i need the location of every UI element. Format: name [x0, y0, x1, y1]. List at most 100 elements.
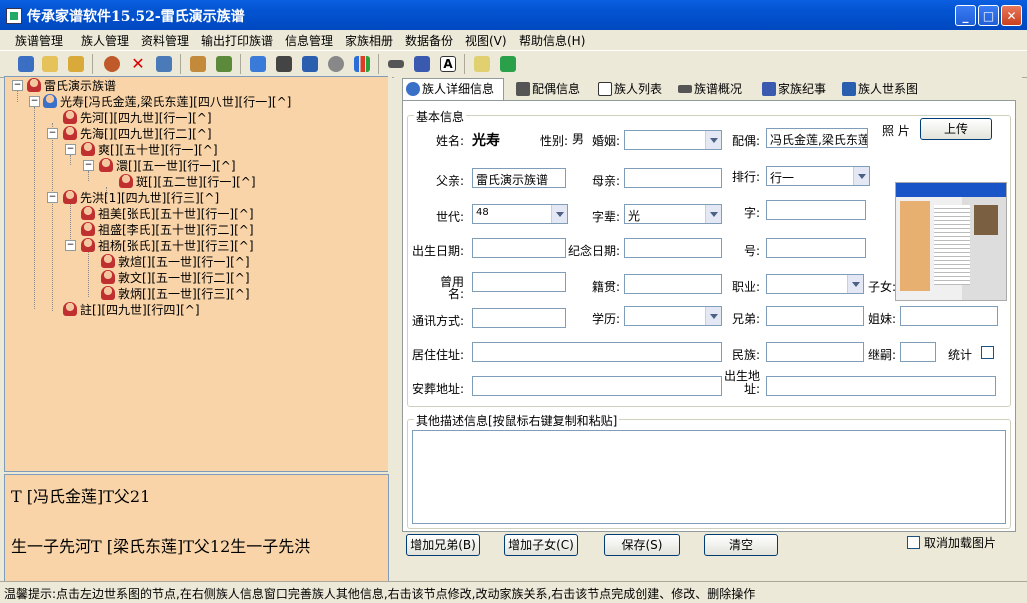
tree-node[interactable]: 先海[][四九世][行二][^] — [63, 125, 212, 141]
tab-member-list[interactable]: 族人列表 — [598, 80, 662, 100]
folder-icon[interactable] — [66, 54, 86, 74]
copy-icon[interactable] — [248, 54, 268, 74]
book-icon[interactable] — [40, 54, 60, 74]
maximize-button[interactable]: □ — [978, 5, 999, 26]
tree-expander[interactable]: − — [65, 240, 76, 251]
menu-view[interactable]: 视图(V) — [465, 32, 507, 49]
tree-node[interactable]: 斑[][五二世][行一][^] — [119, 173, 256, 189]
bar-chart-icon[interactable] — [352, 54, 372, 74]
contact-field[interactable] — [472, 308, 566, 328]
tree-expander[interactable]: − — [83, 160, 94, 171]
memo-line: T [冯氏金莲]T父21 — [11, 487, 151, 506]
group-icon[interactable] — [214, 54, 234, 74]
chevron-down-icon[interactable] — [853, 167, 869, 185]
tree-node[interactable]: 光寿[冯氏金莲,梁氏东莲][四八世][行一][^] — [43, 93, 291, 109]
glasses-icon[interactable] — [386, 54, 406, 74]
menu-print[interactable]: 输出打印族谱 — [201, 32, 273, 49]
menu-members[interactable]: 族人管理 — [81, 32, 129, 49]
clear-button[interactable]: 清空 — [704, 534, 778, 556]
chat-icon[interactable] — [472, 54, 492, 74]
chevron-down-icon[interactable] — [551, 205, 567, 223]
tree-expander[interactable]: − — [47, 128, 58, 139]
add-child-button[interactable]: 增加子女(C) — [504, 534, 578, 556]
tree-node[interactable]: 祖美[张氏][五十世][行一][^] — [81, 205, 254, 221]
gear-icon[interactable] — [326, 54, 346, 74]
birthplace-field[interactable] — [766, 376, 996, 396]
heir-field[interactable] — [900, 342, 936, 362]
tab-chronicle[interactable]: 家族纪事 — [762, 80, 826, 100]
network-icon[interactable] — [300, 54, 320, 74]
zi-field[interactable] — [766, 200, 866, 220]
tree-node[interactable]: 祖盛[李氏][五十世][行二][^] — [81, 221, 254, 237]
spouse-field[interactable]: 冯氏金莲,梁氏东莲 — [766, 128, 868, 148]
exit-icon[interactable] — [498, 54, 518, 74]
tab-member-detail[interactable]: 族人详细信息 — [406, 80, 494, 100]
chevron-down-icon[interactable] — [705, 205, 721, 223]
delete-icon[interactable]: ✕ — [128, 54, 148, 74]
tree-node[interactable]: 澴[][五一世][行一][^] — [99, 157, 236, 173]
tree-node[interactable]: 註[][四九世][行四][^] — [63, 301, 200, 317]
title-bar[interactable]: 传承家谱软件15.52-雷氏演示族谱 _ □ ✕ — [0, 0, 1027, 31]
tree-node-root[interactable]: 雷氏演示族谱 — [27, 77, 116, 93]
family-icon[interactable] — [188, 54, 208, 74]
tree-node[interactable]: 先洪[1][四九世][行三][^] — [63, 189, 219, 205]
tree-node[interactable]: 爽[][五十世][行一][^] — [81, 141, 218, 157]
member-photo[interactable] — [895, 182, 1007, 301]
cancel-photo-checkbox[interactable] — [907, 536, 920, 549]
zibei-select[interactable]: 光 — [624, 204, 722, 224]
tree-expander[interactable]: − — [12, 80, 23, 91]
bookmark-icon[interactable] — [16, 54, 36, 74]
rank-select[interactable]: 行一 — [766, 166, 870, 186]
tree-expander[interactable]: − — [29, 96, 40, 107]
burial-field[interactable] — [472, 376, 722, 396]
binoculars-icon[interactable] — [274, 54, 294, 74]
app-icon[interactable] — [6, 8, 22, 24]
menu-backup[interactable]: 数据备份 — [405, 32, 453, 49]
text-a-icon[interactable]: A — [438, 54, 458, 74]
mother-field[interactable] — [624, 168, 722, 188]
tree-expander[interactable]: − — [65, 144, 76, 155]
native-field[interactable] — [624, 274, 722, 294]
memorial-date-field[interactable] — [624, 238, 722, 258]
menu-data[interactable]: 资料管理 — [141, 32, 189, 49]
job-select[interactable] — [766, 274, 864, 294]
upload-button[interactable]: 上传 — [920, 118, 992, 140]
menu-help[interactable]: 帮助信息(H) — [519, 32, 585, 49]
edu-select[interactable] — [624, 306, 722, 326]
tree-expander[interactable]: − — [47, 192, 58, 203]
menu-genealogy[interactable]: 族谱管理 — [15, 32, 63, 49]
address-field[interactable] — [472, 342, 722, 362]
memo-panel[interactable]: T [冯氏金莲]T父21 生一子先河T [梁氏东莲]T父12生一子先洪 — [4, 474, 389, 582]
father-field[interactable]: 雷氏演示族谱 — [472, 168, 566, 188]
tab-overview[interactable]: 族谱概况 — [678, 80, 742, 100]
user-icon[interactable] — [102, 54, 122, 74]
generation-select[interactable]: 48 — [472, 204, 568, 224]
menu-info[interactable]: 信息管理 — [285, 32, 333, 49]
marriage-select[interactable] — [624, 130, 722, 150]
chevron-down-icon[interactable] — [705, 307, 721, 325]
brothers-field[interactable] — [766, 306, 864, 326]
tree-node[interactable]: 祖杨[张氏][五十世][行三][^] — [81, 237, 254, 253]
ethnic-field[interactable] — [766, 342, 864, 362]
hao-field[interactable] — [766, 238, 866, 258]
stat-checkbox[interactable] — [981, 346, 994, 359]
sisters-field[interactable] — [900, 306, 998, 326]
tab-spouse[interactable]: 配偶信息 — [516, 80, 580, 100]
tree-node[interactable]: 敦炳[][五一世][行三][^] — [101, 285, 250, 301]
tree-node[interactable]: 敦煊[][五一世][行一][^] — [101, 253, 250, 269]
menu-album[interactable]: 家族相册 — [345, 32, 393, 49]
family-tree-panel[interactable]: − 雷氏演示族谱 − 光寿[冯氏金莲,梁氏东莲][四八世][行一][^] 先河[… — [4, 76, 389, 472]
description-textarea[interactable] — [412, 430, 1006, 524]
book-open-icon[interactable] — [412, 54, 432, 74]
tab-lineage-chart[interactable]: 族人世系图 — [842, 80, 918, 100]
save-button[interactable]: 保存(S) — [604, 534, 680, 556]
chevron-down-icon[interactable] — [705, 131, 721, 149]
tree-node[interactable]: 敦文[][五一世][行二][^] — [101, 269, 250, 285]
close-button[interactable]: ✕ — [1001, 5, 1022, 26]
minimize-button[interactable]: _ — [955, 5, 976, 26]
add-sibling-button[interactable]: 增加兄弟(B) — [406, 534, 480, 556]
former-name-field[interactable] — [472, 272, 566, 292]
tree-node[interactable]: 先河[][四九世][行一][^] — [63, 109, 212, 125]
id-card-icon[interactable] — [154, 54, 174, 74]
birth-date-field[interactable] — [472, 238, 566, 258]
